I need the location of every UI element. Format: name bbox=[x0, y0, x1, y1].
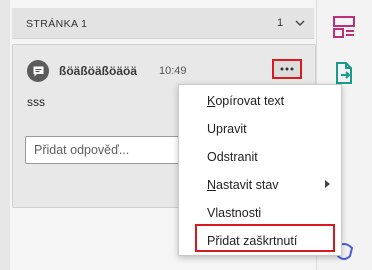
comment-text: sss bbox=[27, 95, 45, 109]
menu-item-edit[interactable]: Upravit bbox=[179, 115, 341, 143]
comment-author: ßöäßöäßöäöä bbox=[59, 64, 138, 78]
page-comment-count: 1 bbox=[277, 17, 284, 29]
menu-item-delete[interactable]: Odstranit bbox=[179, 143, 341, 171]
organize-pages-button[interactable] bbox=[329, 12, 359, 42]
comment-icon bbox=[27, 60, 49, 82]
menu-item-label: Vlastnosti bbox=[207, 206, 262, 220]
menu-item-label: Kopírovat text bbox=[207, 94, 285, 108]
export-pdf-icon bbox=[336, 62, 352, 84]
menu-item-properties[interactable]: Vlastnosti bbox=[179, 199, 341, 227]
organize-pages-icon bbox=[333, 16, 355, 38]
menu-item-label: Upravit bbox=[207, 122, 247, 136]
menu-item-set-status[interactable]: Nastavit stav bbox=[179, 171, 341, 199]
menu-item-label: Odstranit bbox=[207, 150, 258, 164]
comment-time: 10:49 bbox=[159, 65, 187, 77]
chevron-down-icon[interactable] bbox=[294, 17, 306, 29]
page-title: STRÁNKA 1 bbox=[26, 18, 88, 30]
page-group-header[interactable]: STRÁNKA 1 1 bbox=[12, 8, 314, 39]
reply-input[interactable] bbox=[25, 136, 193, 164]
submenu-arrow-icon bbox=[325, 180, 330, 188]
more-options-icon bbox=[280, 67, 294, 71]
highlight-box bbox=[195, 224, 335, 252]
menu-item-copy-text[interactable]: Kopírovat text bbox=[179, 87, 341, 115]
menu-item-label: Nastavit stav bbox=[207, 178, 279, 192]
comment-context-menu: Kopírovat text Upravit Odstranit Nastavi… bbox=[178, 84, 342, 256]
more-options-button[interactable] bbox=[272, 59, 302, 79]
left-panel-edge bbox=[0, 0, 10, 270]
